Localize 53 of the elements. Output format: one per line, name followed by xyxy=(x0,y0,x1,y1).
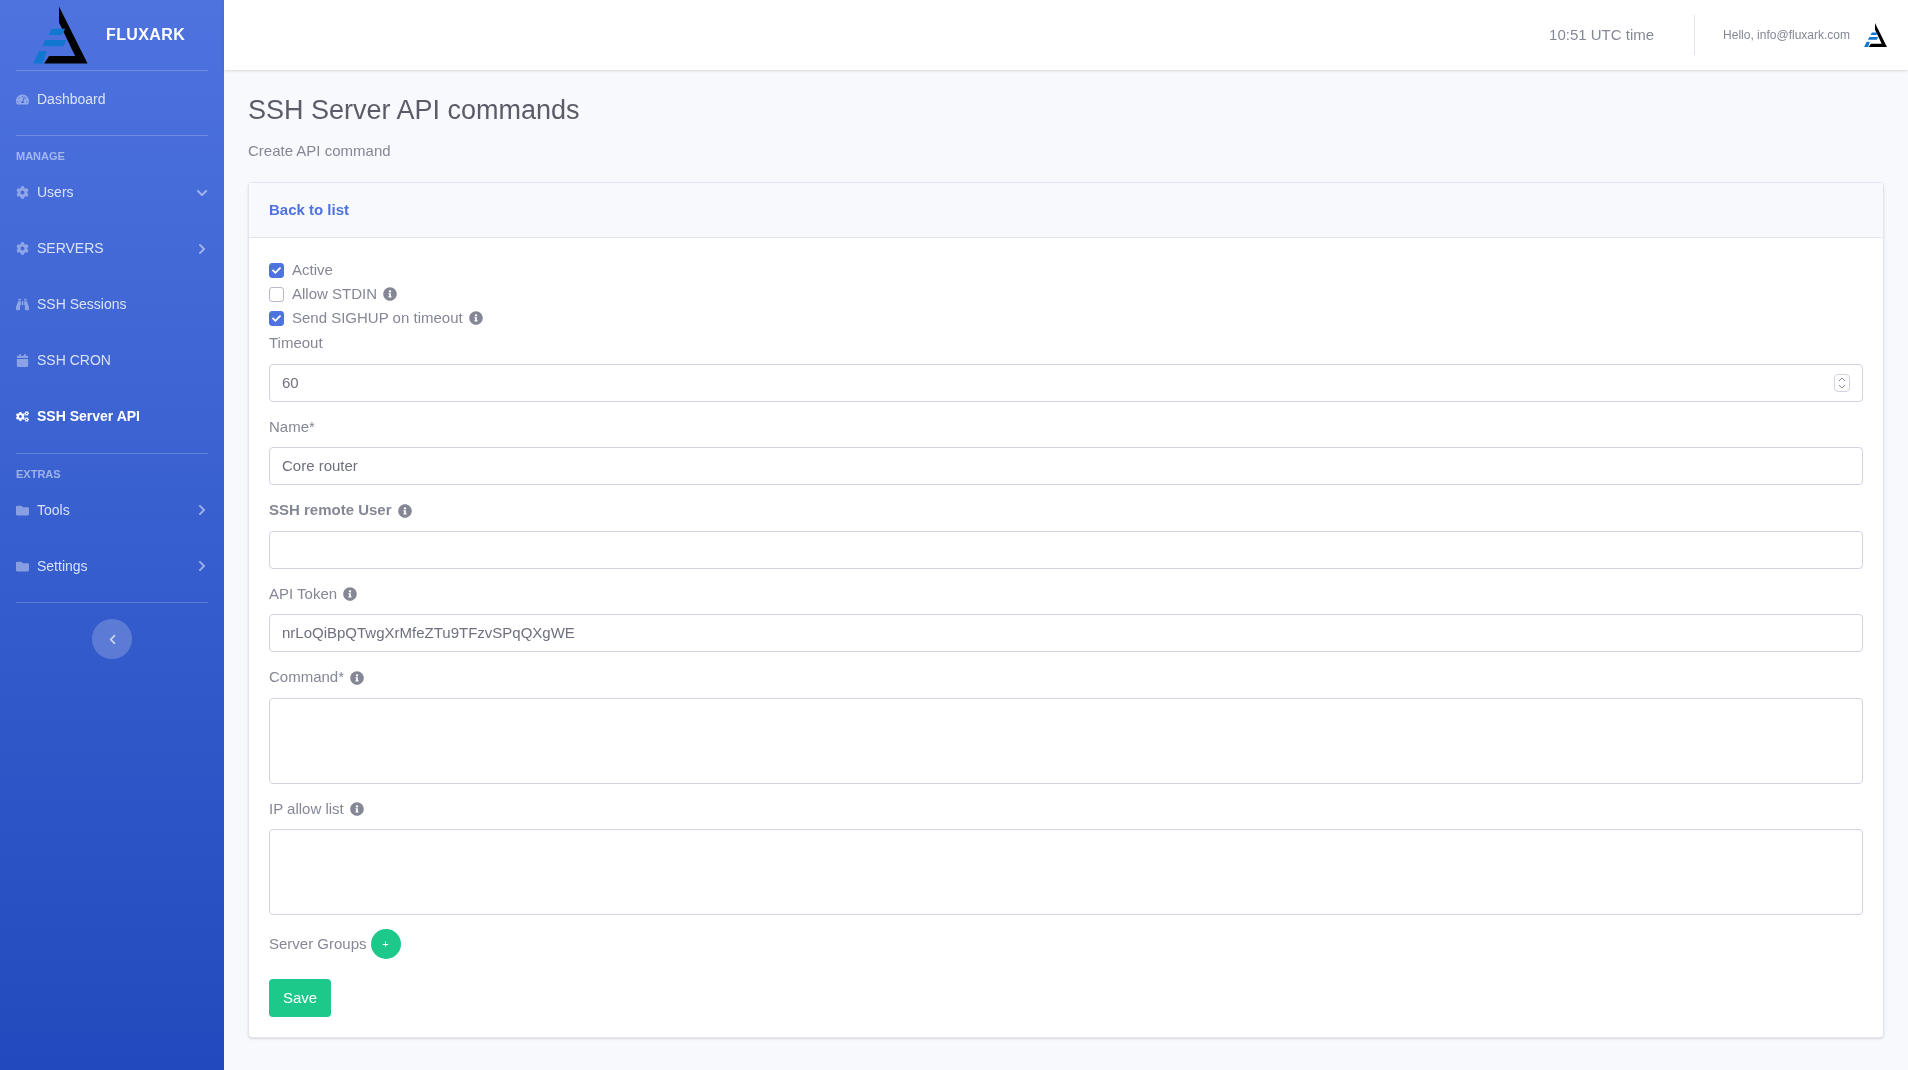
field-label: Timeout xyxy=(269,333,323,354)
field-label: Name* xyxy=(269,416,315,437)
info-icon[interactable] xyxy=(383,287,397,302)
checkbox[interactable] xyxy=(269,262,284,278)
sidebar-item[interactable]: SSH Sessions xyxy=(16,276,208,333)
check-icon xyxy=(272,265,281,275)
sidebar-item[interactable]: SERVERS xyxy=(16,220,208,277)
sidebar-item[interactable]: SSH Server API xyxy=(16,388,208,445)
info-icon[interactable] xyxy=(349,802,364,816)
save-button[interactable]: Save xyxy=(269,979,332,1018)
info-icon[interactable] xyxy=(468,311,483,326)
check-icon xyxy=(272,313,281,323)
field-label: Server Groups xyxy=(269,934,367,954)
timeout-field[interactable]: 60 xyxy=(269,363,1863,402)
add-group-button[interactable]: + xyxy=(370,929,401,960)
gear-icon xyxy=(16,186,29,199)
section-heading: MANAGE xyxy=(16,149,66,164)
gear-icon xyxy=(16,242,29,255)
folder-icon xyxy=(16,503,29,517)
field-label: Command* xyxy=(269,667,345,688)
checkbox-label: Allow STDIN xyxy=(292,284,377,304)
checkbox[interactable] xyxy=(269,286,284,302)
sidebar-item[interactable]: Dashboard xyxy=(16,71,208,127)
user-greeting[interactable]: Hello, info@fluxark.com xyxy=(1695,26,1862,44)
field-label: SSH remote User xyxy=(269,500,392,521)
gauge-icon xyxy=(16,92,29,106)
info-icon[interactable] xyxy=(343,587,358,601)
user-avatar-icon xyxy=(1862,22,1888,48)
input-field[interactable]: Core router xyxy=(269,447,1863,486)
back-to-list-link[interactable]: Back to list xyxy=(269,201,350,219)
gears-icon xyxy=(16,410,29,423)
input-field[interactable]: nrLoQiBpQTwgXrMfeZTu9TFzvSPqQXgWE xyxy=(269,614,1863,653)
utc-time: 10:51 UTC time xyxy=(1549,24,1656,45)
page-subtitle: Create API command xyxy=(248,140,392,161)
checkbox-label: Active xyxy=(292,260,333,280)
section-heading: EXTRAS xyxy=(16,466,62,482)
folder-icon xyxy=(16,559,29,573)
field-label: IP allow list xyxy=(269,798,344,819)
input-field[interactable] xyxy=(269,530,1863,569)
info-icon[interactable] xyxy=(397,503,412,518)
info-icon[interactable] xyxy=(350,670,365,685)
brand-name: FLUXARK xyxy=(106,25,186,45)
sidebar-item[interactable]: SSH CRON xyxy=(16,332,208,389)
checkbox-label: Send SIGHUP on timeout xyxy=(292,308,463,328)
field-label: API Token xyxy=(269,583,338,604)
sidebar-item[interactable]: Users xyxy=(16,164,208,221)
spinner-icon[interactable] xyxy=(1834,373,1850,392)
sidebar-item[interactable]: Settings xyxy=(16,538,208,594)
checkbox[interactable] xyxy=(269,310,284,326)
page-title: SSH Server API commands xyxy=(248,94,581,127)
calendar-icon xyxy=(16,354,29,367)
binoculars-icon xyxy=(16,298,29,311)
sidebar-item[interactable]: Tools xyxy=(16,482,208,538)
